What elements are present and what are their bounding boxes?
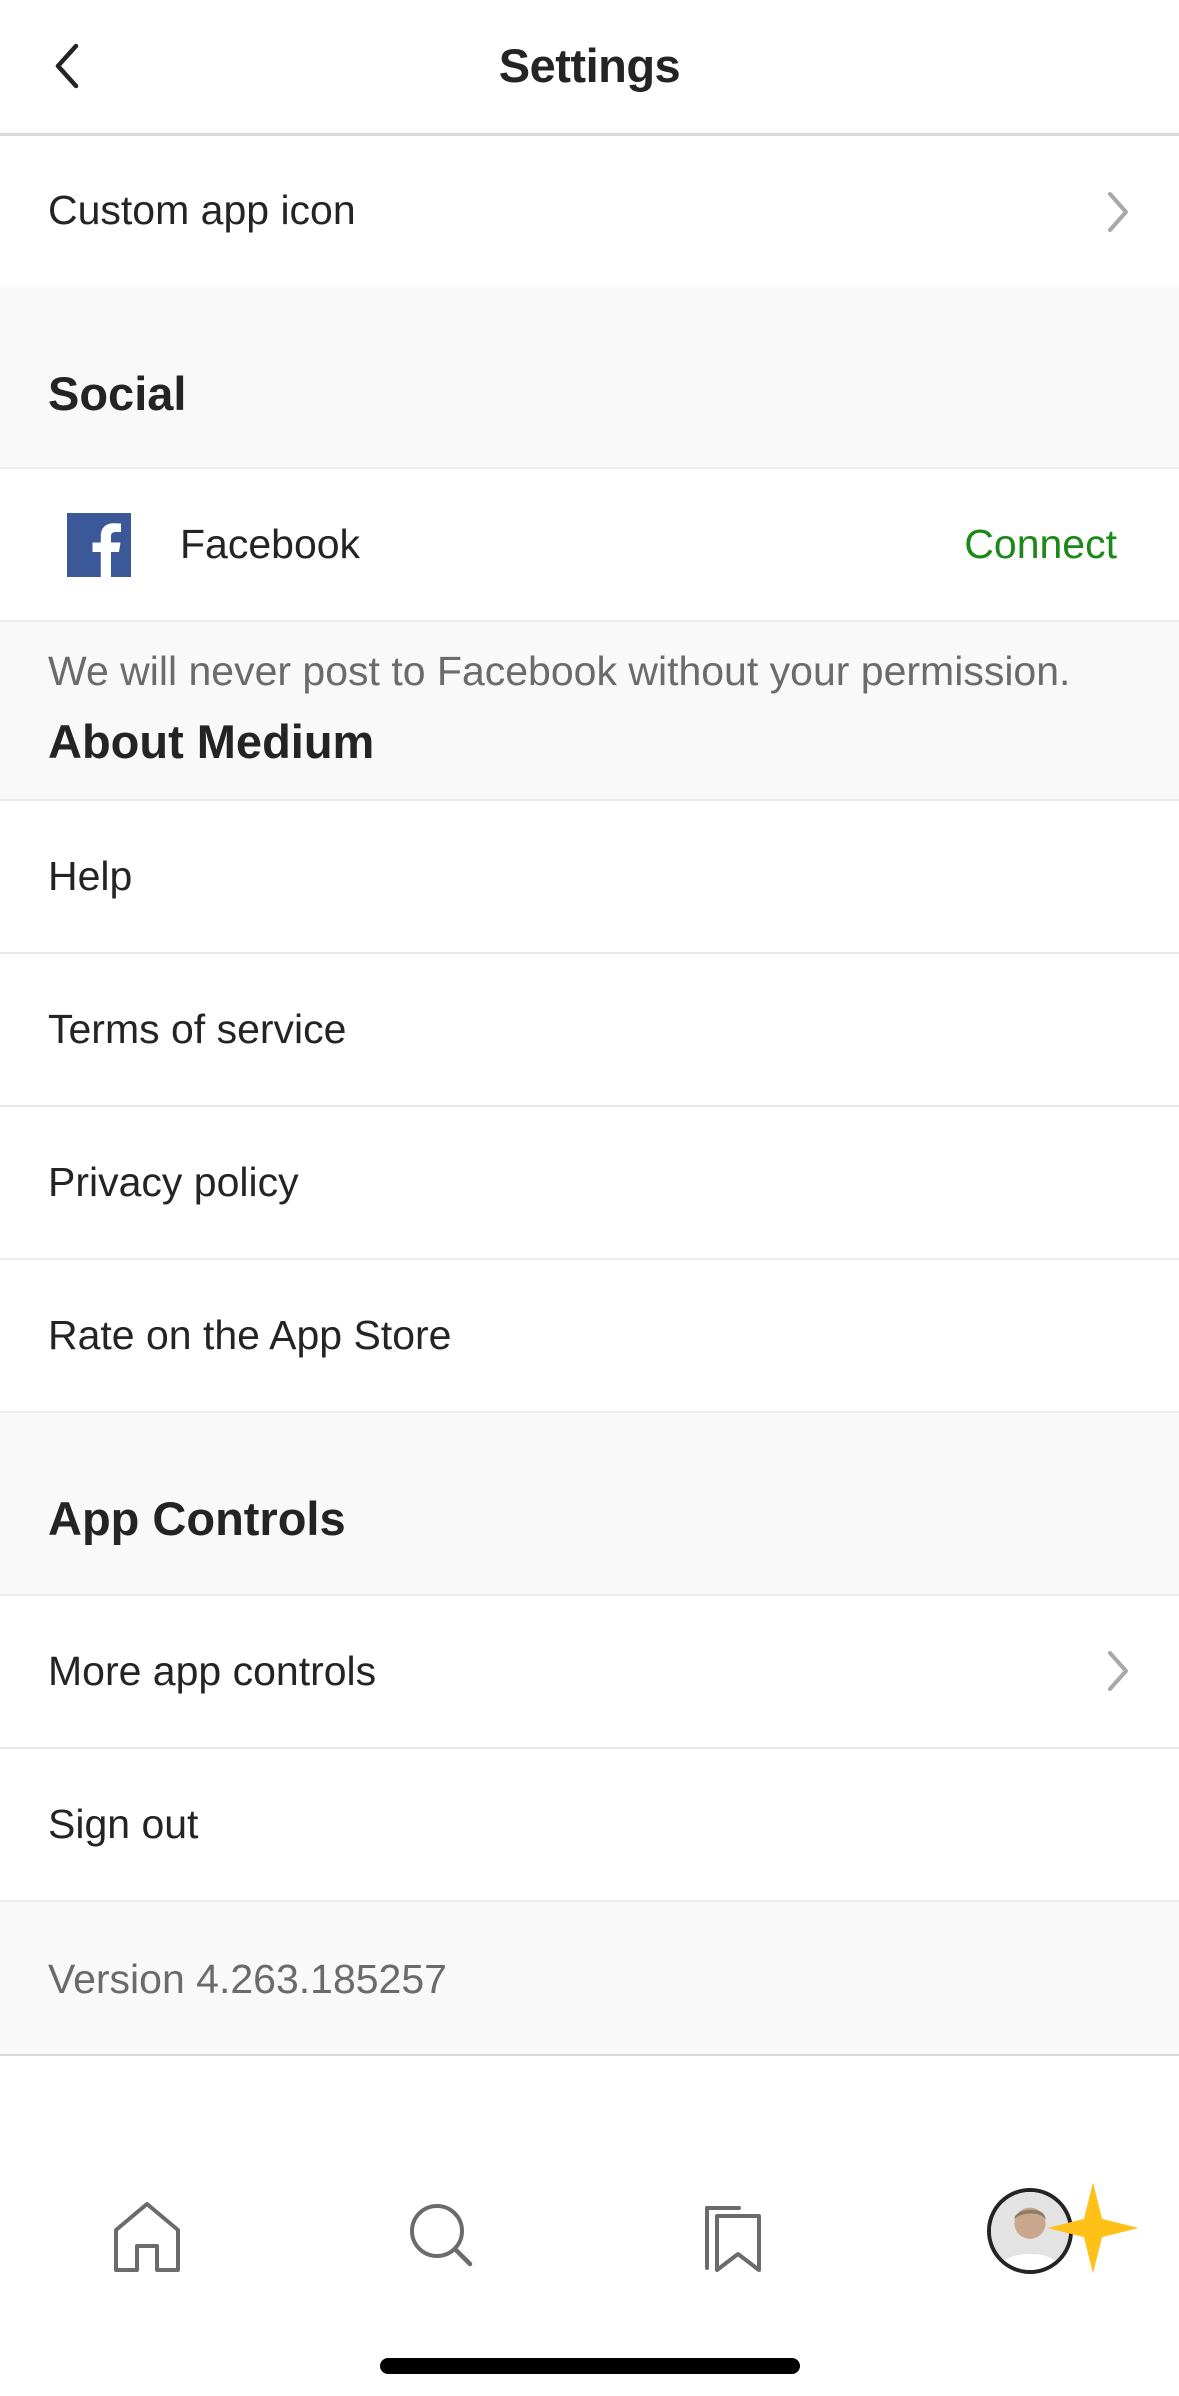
facebook-logo-icon [67,513,131,577]
settings-list: Custom app icon Social Facebook Connect … [0,137,1179,2056]
terms-label: Terms of service [48,1006,347,1052]
rate-label: Rate on the App Store [48,1312,452,1358]
home-indicator[interactable] [380,2358,800,2374]
custom-app-icon-row[interactable]: Custom app icon [0,137,1179,287]
facebook-permission-note: We will never post to Facebook without y… [0,622,1179,722]
section-header-app-controls: App Controls [0,1413,1179,1596]
tab-profile[interactable] [985,2180,1139,2280]
chevron-right-icon [1108,1651,1128,1691]
tab-search[interactable] [396,2190,486,2280]
star-icon [1047,2182,1139,2274]
tab-home[interactable] [102,2190,192,2280]
rate-app-store-row[interactable]: Rate on the App Store [0,1260,1179,1413]
tab-bookmarks[interactable] [689,2190,779,2280]
privacy-label: Privacy policy [48,1159,299,1205]
bottom-tab-bar [0,2148,1179,2396]
help-label: Help [48,853,133,899]
facebook-row: Facebook Connect [0,469,1179,622]
sign-out-row[interactable]: Sign out [0,1749,1179,1902]
help-row[interactable]: Help [0,801,1179,954]
section-title: About Medium [48,715,375,768]
terms-of-service-row[interactable]: Terms of service [0,954,1179,1107]
sign-out-label: Sign out [48,1801,199,1847]
section-title: App Controls [48,1492,346,1545]
more-app-controls-label: More app controls [48,1648,377,1694]
custom-app-icon-label: Custom app icon [48,187,356,233]
version-info: Version 4.263.185257 [0,1902,1179,2056]
facebook-label: Facebook [180,521,361,567]
section-header-social: Social [0,287,1179,469]
chevron-right-icon [1108,192,1128,232]
facebook-connect-button[interactable]: Connect [964,469,1117,620]
page-title: Settings [498,39,681,92]
section-title: Social [48,367,187,420]
home-icon [114,2202,180,2272]
search-icon [410,2204,473,2267]
section-header-about: About Medium [0,715,1179,801]
navigation-header: Settings [0,0,1179,136]
settings-screen: Settings Custom app icon Social Facebook… [0,0,1179,2396]
more-app-controls-row[interactable]: More app controls [0,1596,1179,1749]
privacy-policy-row[interactable]: Privacy policy [0,1107,1179,1260]
version-text: Version 4.263.185257 [48,1956,447,2002]
bookmarks-icon [705,2206,761,2272]
note-text: We will never post to Facebook without y… [48,648,1071,694]
